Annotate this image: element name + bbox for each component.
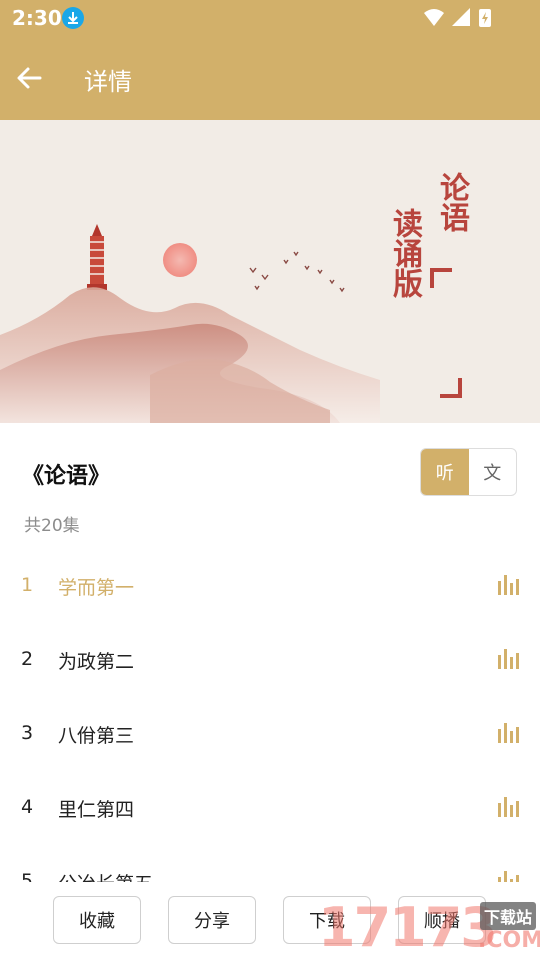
episode-row[interactable]: 3 八佾第三: [0, 696, 540, 770]
audio-bars-icon: [498, 649, 519, 669]
episode-count: 共20集: [24, 516, 80, 536]
page-title: 详情: [84, 68, 132, 96]
share-button[interactable]: 分享: [168, 896, 256, 944]
episode-list: 1 学而第一 2 为政第二 3 八佾第三 4 里仁第四 5 公冶长第五: [0, 548, 540, 882]
download-notification-icon: [62, 7, 84, 29]
wifi-icon: [424, 9, 444, 26]
episode-title: 公冶长第五: [58, 869, 153, 882]
episode-row[interactable]: 4 里仁第四: [0, 770, 540, 844]
status-time: 2:30: [12, 6, 62, 30]
episode-title: 八佾第三: [58, 725, 135, 747]
listen-read-toggle: 听 文: [420, 448, 517, 496]
tab-read[interactable]: 文: [469, 449, 517, 495]
arrow-back-icon: [17, 67, 42, 89]
site-watermark: 17173 下载站 .COM: [318, 888, 540, 960]
favorite-button[interactable]: 收藏: [53, 896, 141, 944]
episode-title: 里仁第四: [58, 799, 135, 821]
episode-row[interactable]: 1 学而第一: [0, 548, 540, 622]
episode-number: 5: [21, 870, 34, 882]
episode-title: 学而第一: [58, 577, 135, 599]
episode-number: 4: [21, 796, 34, 818]
watermark-site: 下载站: [480, 902, 537, 930]
app-bar: 详情: [0, 36, 540, 120]
status-icons: [424, 8, 491, 27]
audio-bars-icon: [498, 723, 519, 743]
status-bar: 2:30: [0, 0, 540, 36]
album-cover-banner: 论语 读诵版: [0, 120, 540, 423]
watermark-number: 17173: [318, 896, 498, 959]
audio-bars-icon: [498, 871, 519, 882]
episode-number: 3: [21, 722, 34, 744]
album-title: 《论语》: [22, 464, 111, 489]
tab-listen[interactable]: 听: [421, 449, 469, 495]
episode-row[interactable]: 5 公冶长第五: [0, 844, 540, 882]
banner-subtitle: 读诵版: [387, 208, 422, 298]
episode-row[interactable]: 2 为政第二: [0, 622, 540, 696]
watermark-domain: .COM: [478, 928, 540, 953]
episode-number: 2: [21, 648, 34, 670]
episode-number: 1: [21, 574, 34, 596]
signal-icon: [452, 8, 470, 26]
audio-bars-icon: [498, 797, 519, 817]
sun-shape: [163, 243, 197, 277]
audio-bars-icon: [498, 575, 519, 595]
episode-title: 为政第二: [58, 651, 135, 673]
banner-title: 论语: [434, 172, 469, 232]
back-button[interactable]: [10, 58, 50, 98]
